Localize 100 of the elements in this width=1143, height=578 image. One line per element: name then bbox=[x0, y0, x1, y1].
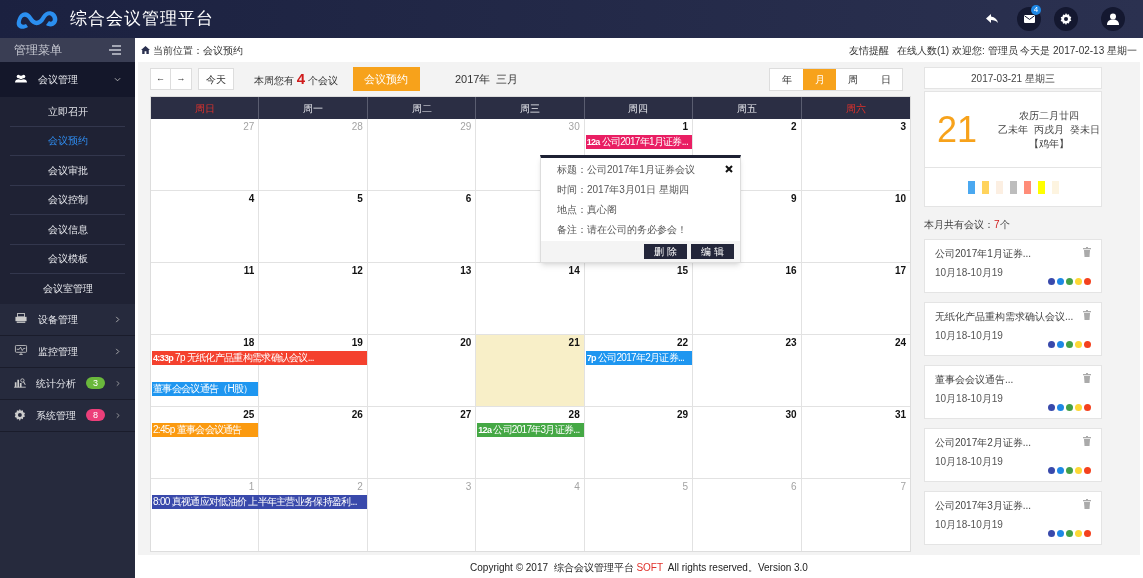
day-number: 5 bbox=[682, 481, 689, 492]
top-info-text: 友情提醒 在线人数(1) 欢迎您: 管理员 今天是 2017-02-13 星期一 bbox=[848, 43, 1137, 58]
view-tab[interactable]: 日 bbox=[869, 68, 902, 90]
count-badge: 3 bbox=[85, 377, 106, 389]
close-button[interactable] bbox=[724, 164, 734, 174]
day-number: 1 bbox=[248, 481, 255, 492]
meeting-card[interactable]: 公司2017年3月证券... 10月18-10月19 bbox=[924, 491, 1102, 545]
day-number: 10 bbox=[894, 193, 906, 204]
day-number: 30 bbox=[568, 121, 580, 132]
day-number: 16 bbox=[785, 265, 797, 276]
mail-icon bbox=[1023, 15, 1035, 23]
meeting-card[interactable]: 公司2017年1月证券... 10月18-10月19 bbox=[924, 239, 1102, 293]
day-number: 22 bbox=[677, 337, 689, 348]
popup-detail: 标题：公司2017年1月证券会议 bbox=[557, 164, 696, 176]
day-number: 1 bbox=[682, 121, 689, 132]
day-number: 12 bbox=[351, 265, 363, 276]
trash-icon bbox=[1083, 310, 1091, 320]
mail-button[interactable]: 4 bbox=[1017, 7, 1041, 31]
prev-button[interactable]: ← bbox=[151, 69, 171, 89]
users-icon bbox=[14, 73, 28, 86]
popup-detail: 备注：请在公司的务必参会！ bbox=[557, 224, 688, 236]
count-badge: 8 bbox=[85, 409, 106, 421]
event-bar[interactable]: 8:00 真视通应对低油价 上半年主营业务保持盈利... bbox=[152, 494, 367, 509]
day-number: 2 bbox=[791, 121, 797, 132]
submenu-item[interactable]: 会议控制 bbox=[47, 192, 88, 208]
sidebar-menu-item[interactable]: 会议管理 bbox=[0, 62, 135, 97]
weekday-header: 周三 bbox=[520, 101, 540, 116]
meeting-title: 公司2017年2月证券... bbox=[935, 436, 1032, 450]
meeting-card[interactable]: 无纸化产品重构需求确认会议... 10月18-10月19 bbox=[924, 302, 1102, 356]
event-bar[interactable]: 12a 公司2017年1月证券... bbox=[585, 134, 693, 149]
settings-icon bbox=[1060, 13, 1072, 25]
next-button[interactable]: → bbox=[171, 69, 191, 89]
view-tab[interactable]: 周 bbox=[836, 68, 869, 90]
day-number: 5 bbox=[357, 193, 363, 204]
day-number: 23 bbox=[785, 337, 797, 348]
submenu-item[interactable]: 会议模板 bbox=[47, 251, 88, 267]
trash-icon bbox=[1083, 247, 1091, 257]
color-swatch[interactable] bbox=[1009, 180, 1017, 194]
color-swatch[interactable] bbox=[967, 180, 975, 194]
monitor-icon bbox=[14, 345, 28, 357]
footer-text: Copyright © 2017 综合会议管理平台 SOFT All rights reserved。Version 3.0 bbox=[470, 561, 808, 575]
color-swatch[interactable] bbox=[1023, 180, 1031, 194]
meeting-title: 公司2017年1月证券... bbox=[935, 247, 1032, 261]
day-number: 24 bbox=[894, 337, 906, 348]
submenu-item[interactable]: 会议预约 bbox=[47, 133, 88, 149]
meeting-dates: 10月18-10月19 bbox=[935, 329, 1003, 343]
meeting-title: 无纸化产品重构需求确认会议... bbox=[935, 310, 1074, 324]
sidebar-menu-item[interactable]: 监控管理 bbox=[0, 335, 135, 368]
color-swatch[interactable] bbox=[995, 180, 1003, 194]
day-number: 11 bbox=[243, 265, 255, 276]
weekday-header: 周一 bbox=[303, 101, 324, 116]
meeting-dates: 10月18-10月19 bbox=[935, 392, 1003, 406]
app-title: 综合会议管理平台 bbox=[70, 8, 214, 31]
day-number: 27 bbox=[460, 409, 472, 420]
weekday-header: 周四 bbox=[628, 101, 649, 116]
day-number: 28 bbox=[568, 409, 580, 420]
sidebar-title: 管理菜单 bbox=[14, 42, 62, 59]
home-icon bbox=[141, 46, 150, 54]
popup-button[interactable]: 删 除 bbox=[644, 244, 687, 259]
settings-button[interactable] bbox=[1054, 7, 1078, 31]
day-number: 27 bbox=[243, 121, 255, 132]
notification-badge: 4 bbox=[1031, 5, 1041, 15]
event-bar[interactable]: 4:33p 7p 无纸化产品重构需求确认会议... bbox=[152, 350, 367, 365]
sidebar-menu-item[interactable]: 系统管理 8 bbox=[0, 399, 135, 432]
user-icon bbox=[1107, 13, 1119, 25]
day-number: 21 bbox=[568, 337, 580, 348]
meeting-count: 本月共有会议：7个 bbox=[924, 218, 1011, 232]
user-button[interactable] bbox=[1101, 7, 1125, 31]
day-number: 25 bbox=[243, 409, 255, 420]
day-number: 14 bbox=[568, 265, 580, 276]
meeting-title: 公司2017年3月证券... bbox=[935, 499, 1032, 513]
color-swatch[interactable] bbox=[1037, 180, 1045, 194]
meeting-dates: 10月18-10月19 bbox=[935, 518, 1003, 532]
submenu-item[interactable]: 会议室管理 bbox=[42, 281, 93, 297]
bar-chart-icon bbox=[14, 377, 26, 389]
printer-icon bbox=[14, 313, 28, 325]
day-number: 4 bbox=[574, 481, 580, 492]
today-button[interactable]: 今天 bbox=[198, 68, 234, 90]
meeting-card[interactable]: 董事会会议通告... 10月18-10月19 bbox=[924, 365, 1102, 419]
color-swatch[interactable] bbox=[1051, 180, 1059, 194]
submenu-item[interactable]: 会议审批 bbox=[47, 162, 88, 178]
submenu-item[interactable]: 会议信息 bbox=[47, 221, 88, 237]
meeting-card[interactable]: 公司2017年2月证券... 10月18-10月19 bbox=[924, 428, 1102, 482]
day-number: 13 bbox=[460, 265, 472, 276]
meeting-dates: 10月18-10月19 bbox=[935, 455, 1003, 469]
day-number: 31 bbox=[894, 409, 906, 420]
meeting-title: 董事会会议通告... bbox=[935, 373, 1014, 387]
day-number: 20 bbox=[460, 337, 472, 348]
sidebar-menu-item[interactable]: 设备管理 bbox=[0, 303, 135, 336]
popup-button[interactable]: 编 辑 bbox=[691, 244, 734, 259]
day-number: 29 bbox=[677, 409, 689, 420]
weekday-header: 周二 bbox=[411, 101, 432, 116]
view-tab[interactable]: 年 bbox=[770, 68, 803, 90]
color-swatch[interactable] bbox=[981, 180, 989, 194]
day-number: 6 bbox=[791, 481, 797, 492]
meeting-dates: 10月18-10月19 bbox=[935, 266, 1003, 280]
trash-icon bbox=[1083, 499, 1091, 509]
day-number: 3 bbox=[465, 481, 472, 492]
sidebar-menu-item[interactable]: 统计分析 3 bbox=[0, 367, 135, 400]
submenu-item[interactable]: 立即召开 bbox=[47, 103, 88, 119]
